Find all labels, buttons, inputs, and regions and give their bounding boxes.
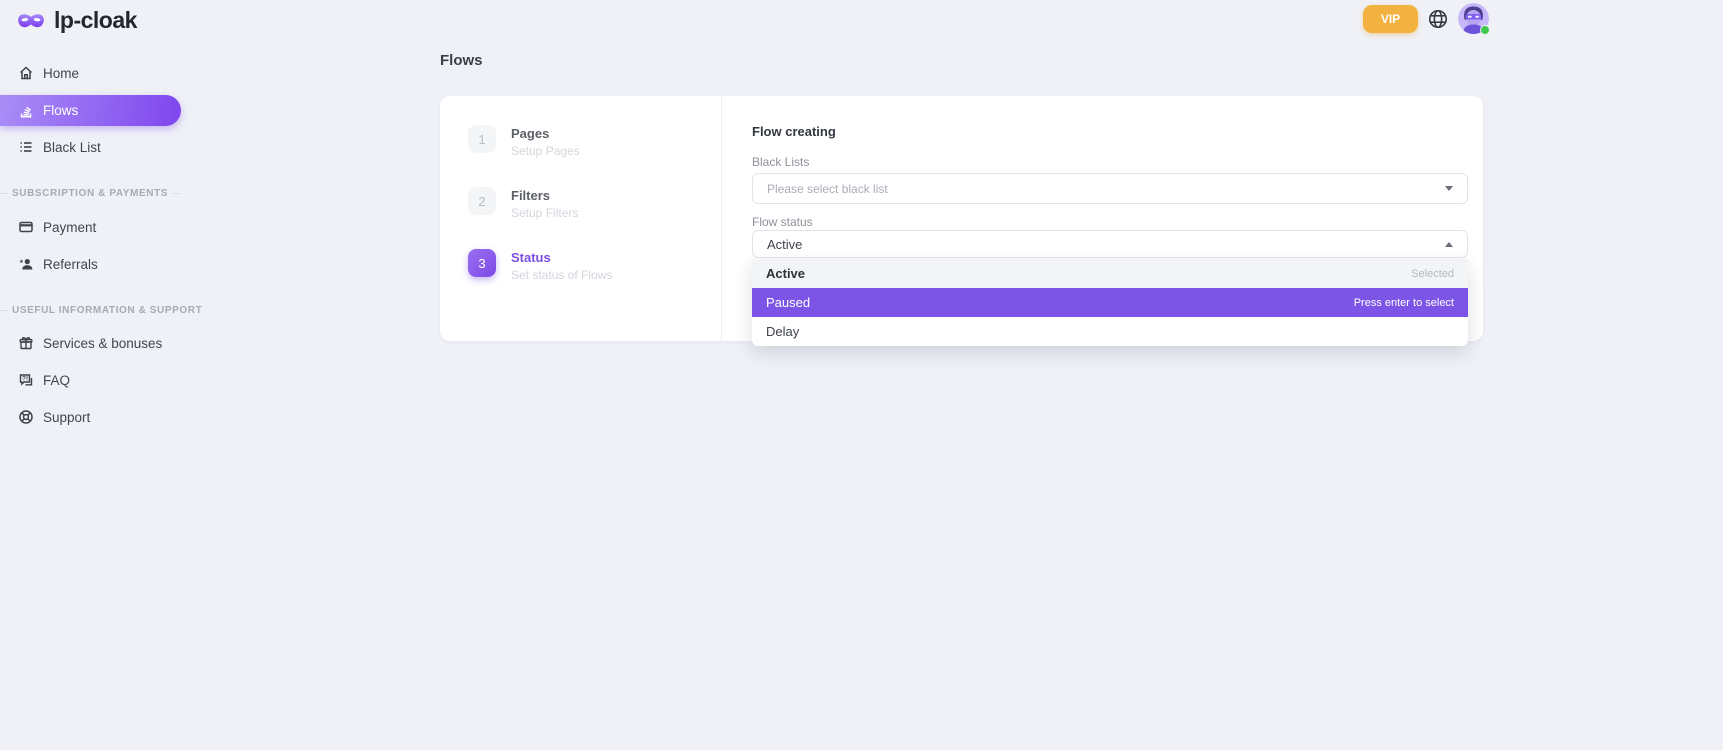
caret-down-icon: [1445, 186, 1453, 191]
flow-status-value: Active: [767, 237, 1445, 252]
sidebar-item-payment[interactable]: Payment: [0, 213, 185, 241]
caret-up-icon: [1445, 242, 1453, 247]
sidebar-item-label: Payment: [43, 220, 96, 235]
faq-icon: ?!: [18, 372, 34, 388]
sidebar-item-label: Flows: [43, 103, 78, 118]
referrals-icon: [18, 256, 34, 272]
blacklist-icon: [18, 139, 34, 155]
online-status-dot: [1480, 25, 1490, 35]
sidebar-item-faq[interactable]: ?! FAQ: [0, 366, 185, 394]
option-label: Active: [766, 266, 805, 281]
page-title: Flows: [440, 52, 483, 69]
lifebuoy-icon: [18, 409, 34, 425]
black-lists-label: Black Lists: [752, 155, 809, 169]
step-status[interactable]: 3 Status Set status of Flows: [468, 249, 612, 282]
option-hint: Selected: [1411, 268, 1454, 280]
step-number: 1: [468, 125, 496, 153]
sidebar: Home Flows Black List SUBSCRIPTION & PAY…: [0, 0, 200, 750]
flow-creating-card: 1 Pages Setup Pages 2 Filters Setup Filt…: [440, 96, 1483, 341]
topbar-right: VIP: [1363, 3, 1489, 34]
flows-icon: [18, 103, 34, 119]
payment-icon: [18, 219, 34, 235]
step-subtitle: Setup Pages: [511, 144, 580, 158]
user-avatar[interactable]: [1458, 3, 1489, 34]
stepper: 1 Pages Setup Pages 2 Filters Setup Filt…: [440, 96, 722, 341]
sidebar-item-black-list[interactable]: Black List: [0, 133, 185, 161]
step-subtitle: Set status of Flows: [511, 268, 612, 282]
globe-icon[interactable]: [1427, 8, 1449, 30]
flow-status-dropdown: Active Selected Paused Press enter to se…: [752, 259, 1468, 346]
sidebar-item-label: Referrals: [43, 257, 98, 272]
form-title: Flow creating: [752, 124, 836, 139]
black-lists-placeholder: Please select black list: [767, 182, 1445, 196]
flow-status-label: Flow status: [752, 215, 813, 229]
step-title: Pages: [511, 126, 580, 141]
sidebar-item-services-bonuses[interactable]: Services & bonuses: [0, 329, 185, 357]
vip-button[interactable]: VIP: [1363, 5, 1418, 33]
sidebar-item-home[interactable]: Home: [0, 59, 185, 87]
step-pages[interactable]: 1 Pages Setup Pages: [468, 125, 580, 158]
sidebar-item-support[interactable]: Support: [0, 403, 185, 431]
step-filters[interactable]: 2 Filters Setup Filters: [468, 187, 578, 220]
sidebar-item-label: Services & bonuses: [43, 336, 162, 351]
step-title: Filters: [511, 188, 578, 203]
step-number: 2: [468, 187, 496, 215]
sidebar-section-header: USEFUL INFORMATION & SUPPORT: [0, 303, 185, 317]
black-lists-select[interactable]: Please select black list: [752, 173, 1468, 204]
step-subtitle: Setup Filters: [511, 206, 578, 220]
sidebar-item-label: Black List: [43, 140, 101, 155]
option-delay[interactable]: Delay: [752, 317, 1468, 346]
option-label: Delay: [766, 324, 799, 339]
svg-text:?!: ?!: [22, 376, 28, 383]
sidebar-item-flows[interactable]: Flows: [0, 95, 181, 126]
sidebar-section-header: SUBSCRIPTION & PAYMENTS: [0, 186, 185, 200]
sidebar-item-label: Home: [43, 66, 79, 81]
step-number: 3: [468, 249, 496, 277]
flow-status-select[interactable]: Active: [752, 230, 1468, 258]
home-icon: [18, 65, 34, 81]
gift-icon: [18, 335, 34, 351]
option-active[interactable]: Active Selected: [752, 259, 1468, 288]
option-paused[interactable]: Paused Press enter to select: [752, 288, 1468, 317]
option-label: Paused: [766, 295, 810, 310]
option-hint: Press enter to select: [1354, 297, 1454, 309]
step-title: Status: [511, 250, 612, 265]
sidebar-item-label: Support: [43, 410, 90, 425]
sidebar-item-referrals[interactable]: Referrals: [0, 250, 185, 278]
sidebar-item-label: FAQ: [43, 373, 70, 388]
